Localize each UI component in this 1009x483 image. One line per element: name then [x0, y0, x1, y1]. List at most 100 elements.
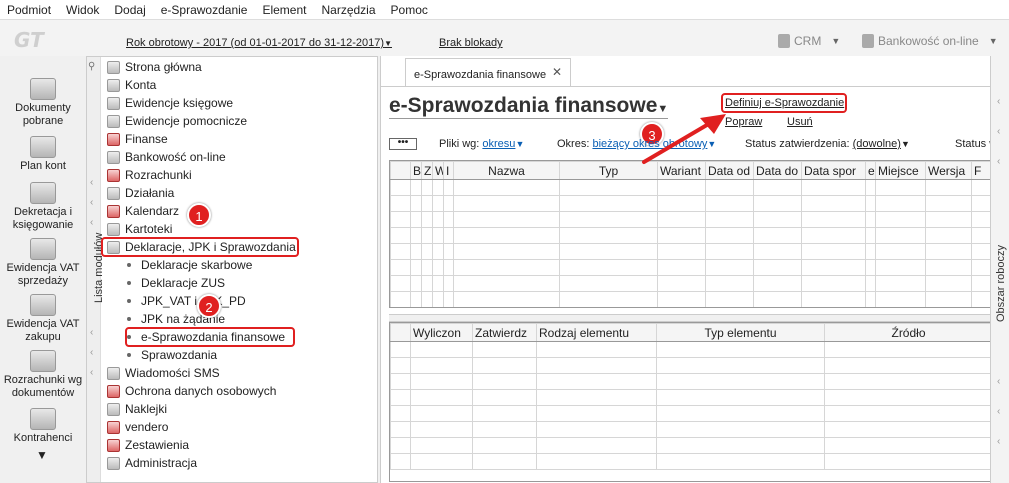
- chevron-left-icon[interactable]: ‹: [997, 96, 1000, 107]
- table-row[interactable]: [390, 195, 990, 212]
- table-row[interactable]: [390, 275, 990, 292]
- table-row[interactable]: [390, 227, 990, 244]
- column-header[interactable]: Źródło: [824, 323, 990, 342]
- column-header[interactable]: I: [443, 161, 454, 180]
- module-finanse[interactable]: Finanse: [107, 130, 168, 148]
- more-options-button[interactable]: •••: [389, 138, 417, 150]
- approval-filter-value[interactable]: (dowolne): [853, 138, 901, 150]
- chevron-left-icon[interactable]: ‹: [997, 406, 1000, 417]
- column-header[interactable]: [390, 161, 411, 180]
- module-ewidencje-ksiegowe[interactable]: Ewidencje księgowe: [107, 94, 233, 112]
- column-header[interactable]: Wersja: [925, 161, 972, 180]
- crm-button[interactable]: CRM ▼: [778, 34, 840, 48]
- module-jpk-vat[interactable]: JPK_VAT i JPK_PD: [127, 292, 246, 310]
- table-row[interactable]: [390, 211, 990, 228]
- column-header[interactable]: e: [865, 161, 876, 180]
- shortcut-kontrahenci[interactable]: Kontrahenci: [0, 408, 86, 445]
- close-icon[interactable]: ✕: [552, 65, 562, 79]
- shortcut-vat-zakupu[interactable]: Ewidencja VAT zakupu: [0, 294, 86, 344]
- grid-splitter[interactable]: [389, 314, 991, 322]
- module-bankowosc[interactable]: Bankowość on-line: [107, 148, 226, 166]
- column-header[interactable]: Nazwa: [453, 161, 560, 180]
- module-rozrachunki[interactable]: Rozrachunki: [107, 166, 192, 184]
- module-label: Ewidencje księgowe: [125, 96, 234, 110]
- chevron-left-icon[interactable]: ‹: [997, 156, 1000, 167]
- shortcut-dokumenty-pobrane[interactable]: Dokumenty pobrane: [0, 78, 86, 128]
- pin-icon[interactable]: ⚲: [88, 61, 95, 72]
- module-strona-glowna[interactable]: Strona główna: [107, 58, 202, 76]
- chevron-left-icon[interactable]: ‹: [90, 327, 93, 338]
- module-administracja[interactable]: Administracja: [107, 454, 197, 472]
- table-row[interactable]: [390, 179, 990, 196]
- module-zestawienia[interactable]: Zestawienia: [107, 436, 189, 454]
- column-header[interactable]: B: [410, 161, 422, 180]
- module-dzialania[interactable]: Działania: [107, 184, 174, 202]
- menu-podmiot[interactable]: Podmiot: [0, 3, 59, 17]
- bullet-icon: [127, 263, 131, 267]
- lock-status-link[interactable]: Brak blokady: [439, 37, 503, 49]
- delete-link[interactable]: Usuń: [787, 116, 813, 128]
- column-header[interactable]: W: [432, 161, 444, 180]
- column-header[interactable]: [390, 323, 411, 342]
- menu-element[interactable]: Element: [255, 3, 314, 17]
- chevron-left-icon[interactable]: ‹: [90, 367, 93, 378]
- table-row[interactable]: [390, 259, 990, 276]
- column-header[interactable]: Rodzaj elementu: [536, 323, 657, 342]
- chevron-left-icon[interactable]: ‹: [90, 347, 93, 358]
- module-wiadomosci-sms[interactable]: Wiadomości SMS: [107, 364, 220, 382]
- column-header[interactable]: Miejsce: [875, 161, 926, 180]
- module-deklaracje-zus[interactable]: Deklaracje ZUS: [127, 274, 225, 292]
- table-row[interactable]: [390, 453, 990, 470]
- column-header[interactable]: Data do: [753, 161, 802, 180]
- menu-narzedzia[interactable]: Narzędzia: [314, 3, 383, 17]
- menu-pomoc[interactable]: Pomoc: [384, 3, 436, 17]
- module-kalendarz[interactable]: Kalendarz: [107, 202, 179, 220]
- table-row[interactable]: [390, 357, 990, 374]
- table-row[interactable]: [390, 405, 990, 422]
- column-header[interactable]: Typ elementu: [656, 323, 825, 342]
- online-banking-button[interactable]: Bankowość on-line ▼: [862, 34, 998, 48]
- module-kartoteki[interactable]: Kartoteki: [107, 220, 172, 238]
- table-row[interactable]: [390, 243, 990, 260]
- chevron-left-icon[interactable]: ‹: [997, 376, 1000, 387]
- module-sprawozdania[interactable]: Sprawozdania: [127, 346, 217, 364]
- module-konta[interactable]: Konta: [107, 76, 156, 94]
- table-cell: [559, 275, 658, 292]
- shortcut-vat-sprzedazy[interactable]: Ewidencja VAT sprzedaży: [0, 238, 86, 288]
- chevron-left-icon[interactable]: ‹: [90, 177, 93, 188]
- module-naklejki[interactable]: Naklejki: [107, 400, 167, 418]
- table-row[interactable]: [390, 291, 990, 307]
- table-row[interactable]: [390, 421, 990, 438]
- module-vendero[interactable]: vendero: [107, 418, 168, 436]
- chevron-left-icon[interactable]: ‹: [90, 197, 93, 208]
- chevron-left-icon[interactable]: ‹: [90, 217, 93, 228]
- column-header[interactable]: Data spor: [801, 161, 866, 180]
- page-title[interactable]: e-Sprawozdania finansowe▼: [389, 94, 669, 119]
- column-header[interactable]: Wyliczon: [410, 323, 473, 342]
- column-header[interactable]: Zatwierdz: [472, 323, 537, 342]
- shortcut-rozrachunki[interactable]: Rozrachunki wg dokumentów: [0, 350, 86, 400]
- table-row[interactable]: [390, 389, 990, 406]
- table-row[interactable]: [390, 437, 990, 454]
- files-filter-value[interactable]: okresu: [482, 138, 515, 150]
- menu-dodaj[interactable]: Dodaj: [107, 3, 153, 17]
- column-header[interactable]: F: [971, 161, 990, 180]
- period-selector[interactable]: Rok obrotowy - 2017 (od 01-01-2017 do 31…: [126, 37, 392, 49]
- table-row[interactable]: [390, 341, 990, 358]
- define-e-sprawozdanie-link[interactable]: Definiuj e-Sprawozdanie: [725, 97, 844, 109]
- module-ewidencje-pomocnicze[interactable]: Ewidencje pomocnicze: [107, 112, 247, 130]
- menu-widok[interactable]: Widok: [59, 3, 107, 17]
- column-header[interactable]: Z: [421, 161, 433, 180]
- table-cell: [453, 243, 560, 260]
- scroll-down-icon[interactable]: ▼: [36, 448, 48, 462]
- menu-e-sprawozdanie[interactable]: e-Sprawozdanie: [154, 3, 256, 17]
- tab-e-sprawozdania[interactable]: e-Sprawozdania finansowe ✕: [405, 58, 571, 86]
- module-ochrona-danych[interactable]: Ochrona danych osobowych: [107, 382, 276, 400]
- chevron-left-icon[interactable]: ‹: [997, 436, 1000, 447]
- chevron-left-icon[interactable]: ‹: [997, 126, 1000, 137]
- shortcut-plan-kont[interactable]: Plan kont: [0, 136, 86, 173]
- workspace-strip[interactable]: ‹ ‹ ‹ Obszar roboczy ‹ ‹ ‹: [990, 56, 1009, 483]
- module-deklaracje-skarbowe[interactable]: Deklaracje skarbowe: [127, 256, 252, 274]
- table-row[interactable]: [390, 373, 990, 390]
- shortcut-dekretacja[interactable]: Dekretacja i księgowanie: [0, 182, 86, 232]
